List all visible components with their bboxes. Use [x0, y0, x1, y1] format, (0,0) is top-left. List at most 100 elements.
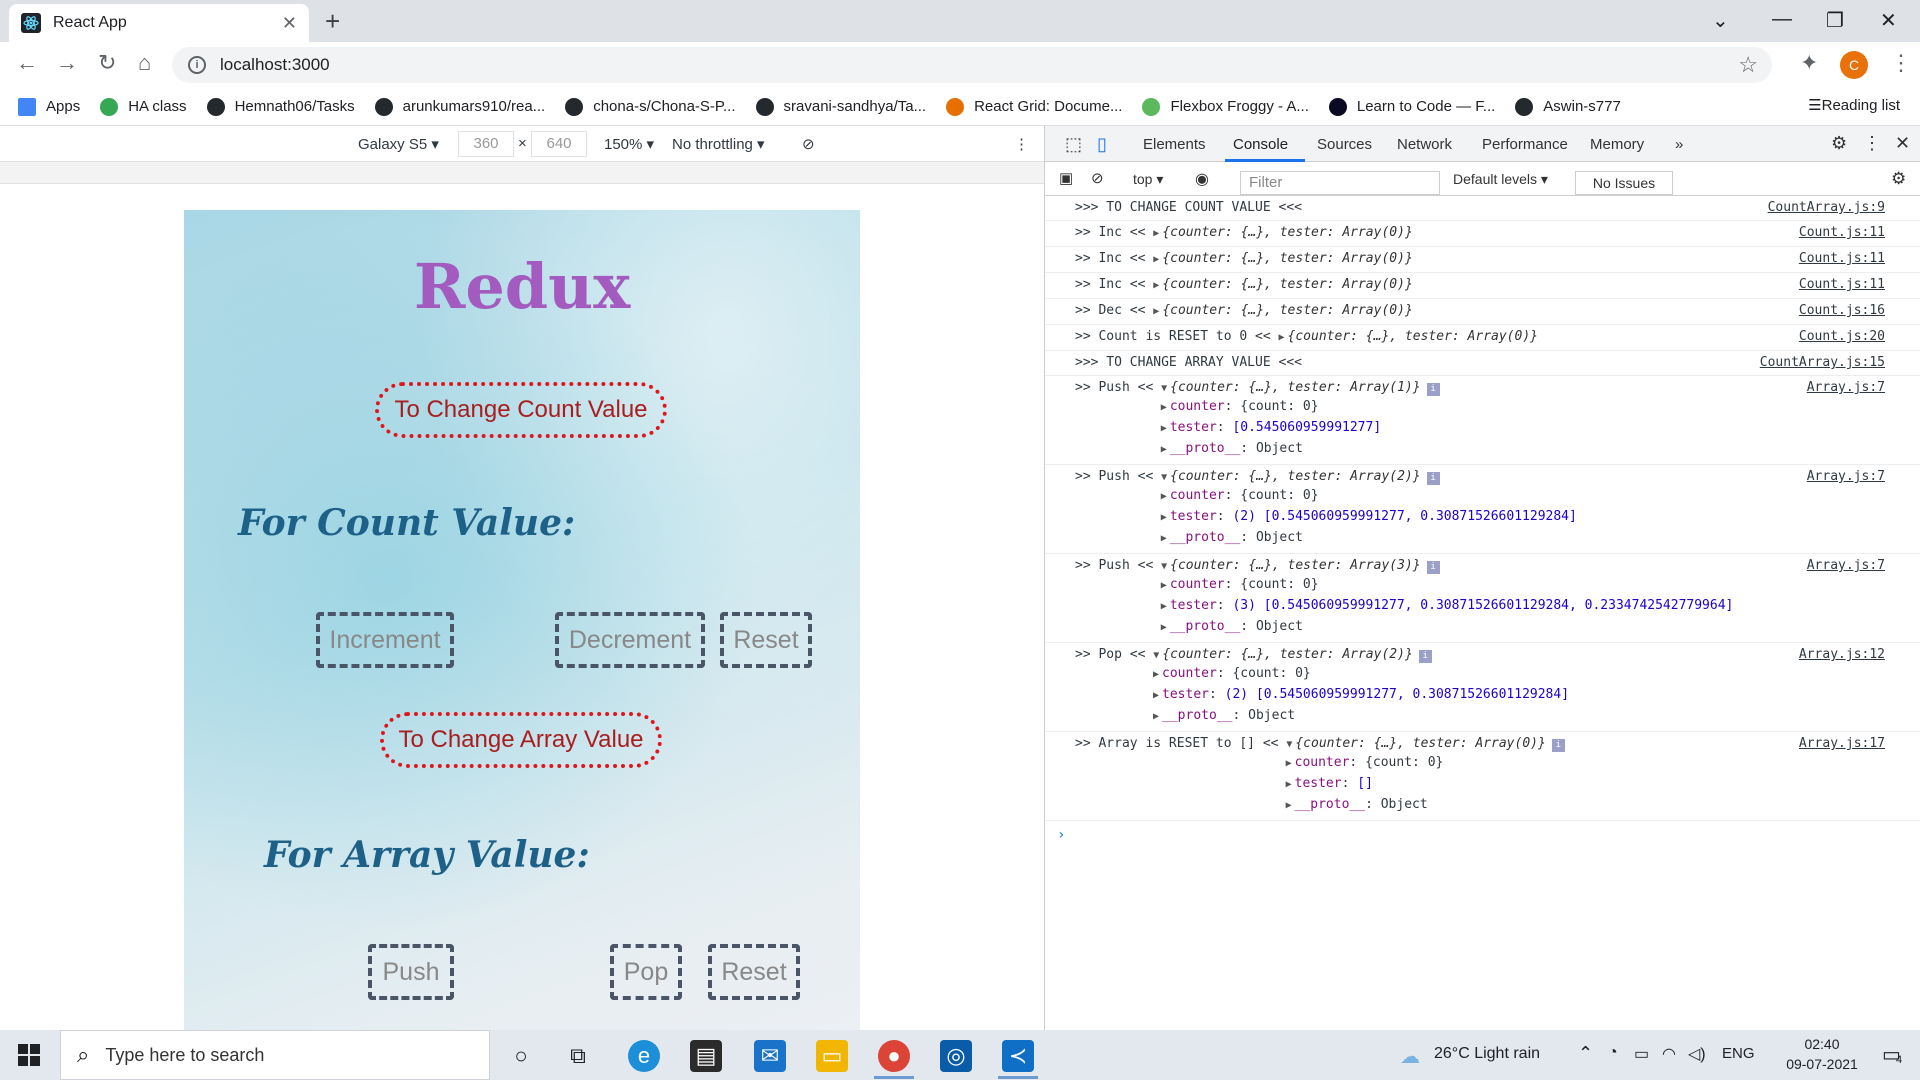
collapse-triangle-icon[interactable]: ▼: [1153, 650, 1159, 661]
bookmark-item[interactable]: Aswin-s777: [1515, 97, 1621, 116]
expand-triangle-icon[interactable]: ▶: [1153, 306, 1159, 317]
message-object[interactable]: {counter: {…}, tester: Array(0)}: [1295, 736, 1545, 751]
close-devtools-icon[interactable]: ✕: [1895, 133, 1910, 154]
issues-button[interactable]: No Issues: [1575, 171, 1673, 195]
source-link[interactable]: Count.js:16: [1799, 303, 1885, 319]
tab-elements[interactable]: Elements: [1143, 136, 1206, 153]
bookmark-star-icon[interactable]: ☆: [1738, 52, 1758, 78]
new-tab-icon[interactable]: +: [325, 6, 340, 37]
extensions-icon[interactable]: ✦: [1800, 50, 1818, 76]
site-info-icon[interactable]: i: [188, 56, 206, 74]
viewport-width-input[interactable]: 360: [458, 131, 514, 157]
expand-triangle-icon[interactable]: ▶: [1286, 800, 1292, 811]
source-link[interactable]: Count.js:20: [1799, 329, 1885, 345]
language-indicator[interactable]: ENG: [1722, 1045, 1755, 1062]
reload-icon[interactable]: ↻: [98, 50, 116, 76]
clear-console-icon[interactable]: ⊘: [1091, 169, 1104, 187]
bookmark-item[interactable]: HA class: [100, 97, 187, 116]
dell-icon[interactable]: ◎: [940, 1040, 972, 1072]
reset-array-button[interactable]: Reset: [708, 944, 800, 1000]
collapse-triangle-icon[interactable]: ▼: [1161, 472, 1167, 483]
source-link[interactable]: CountArray.js:9: [1768, 200, 1885, 216]
device-select[interactable]: Galaxy S5 ▾: [358, 135, 439, 153]
expand-triangle-icon[interactable]: ▶: [1153, 228, 1159, 239]
url-text[interactable]: localhost:3000: [220, 55, 330, 75]
file-explorer-icon[interactable]: ▭: [816, 1040, 848, 1072]
sidebar-toggle-icon[interactable]: ▣: [1059, 169, 1073, 187]
tab-sources[interactable]: Sources: [1317, 136, 1372, 153]
reading-list-button[interactable]: ☰ Reading list: [1808, 96, 1900, 115]
source-link[interactable]: Array.js:12: [1799, 647, 1885, 663]
message-object[interactable]: {counter: {…}, tester: Array(0)}: [1162, 251, 1412, 266]
browser-tab[interactable]: React App ✕: [9, 4, 309, 42]
expand-triangle-icon[interactable]: ▶: [1153, 711, 1159, 722]
tab-network[interactable]: Network: [1397, 136, 1452, 153]
bookmark-item[interactable]: Hemnath06/Tasks: [206, 97, 355, 116]
throttling-select[interactable]: No throttling ▾: [672, 135, 765, 153]
console-prompt[interactable]: ›: [1045, 821, 1920, 849]
source-link[interactable]: CountArray.js:15: [1760, 355, 1885, 371]
pop-button[interactable]: Pop: [610, 944, 682, 1000]
bookmark-item[interactable]: Flexbox Froggy - A...: [1142, 97, 1309, 116]
expand-triangle-icon[interactable]: ▶: [1286, 779, 1292, 790]
wifi-icon[interactable]: ◠: [1662, 1044, 1676, 1064]
mail-icon[interactable]: ✉: [754, 1040, 786, 1072]
message-object[interactable]: {counter: {…}, tester: Array(1)}: [1170, 380, 1420, 395]
store-icon[interactable]: ▤: [690, 1040, 722, 1072]
device-mode-icon[interactable]: ▯: [1097, 134, 1107, 155]
expand-triangle-icon[interactable]: ▶: [1161, 491, 1167, 502]
decrement-button[interactable]: Decrement: [555, 612, 705, 668]
collapse-triangle-icon[interactable]: ▼: [1161, 561, 1167, 572]
expand-triangle-icon[interactable]: ▶: [1279, 332, 1285, 343]
message-object[interactable]: {counter: {…}, tester: Array(0)}: [1288, 329, 1538, 344]
levels-select[interactable]: Default levels ▾: [1453, 171, 1548, 188]
push-button[interactable]: Push: [368, 944, 454, 1000]
message-object[interactable]: {counter: {…}, tester: Array(0)}: [1162, 303, 1412, 318]
profile-avatar[interactable]: C: [1840, 51, 1868, 79]
bookmark-item[interactable]: arunkumars910/rea...: [374, 97, 545, 116]
increment-button[interactable]: Increment: [316, 612, 454, 668]
message-object[interactable]: {counter: {…}, tester: Array(2)}: [1170, 469, 1420, 484]
back-icon[interactable]: ←: [16, 50, 38, 76]
reset-count-button[interactable]: Reset: [720, 612, 812, 668]
vscode-icon[interactable]: ≺: [1002, 1040, 1034, 1072]
bookmark-item[interactable]: Apps: [18, 97, 80, 116]
collapse-triangle-icon[interactable]: ▼: [1286, 739, 1292, 750]
tab-performance[interactable]: Performance: [1482, 136, 1568, 153]
close-tab-icon[interactable]: ✕: [282, 13, 297, 34]
filter-input[interactable]: Filter: [1240, 171, 1440, 195]
windows-start-icon[interactable]: [18, 1044, 40, 1066]
source-link[interactable]: Count.js:11: [1799, 277, 1885, 293]
more-tabs-icon[interactable]: »: [1675, 136, 1683, 153]
tab-console[interactable]: Console: [1233, 136, 1288, 153]
minimize-icon[interactable]: —: [1772, 8, 1792, 31]
rotate-icon[interactable]: ⊘: [802, 135, 815, 153]
expand-triangle-icon[interactable]: ▶: [1161, 622, 1167, 633]
expand-triangle-icon[interactable]: ▶: [1161, 423, 1167, 434]
message-object[interactable]: {counter: {…}, tester: Array(2)}: [1162, 647, 1412, 662]
forward-icon[interactable]: →: [56, 50, 78, 76]
viewport-height-input[interactable]: 640: [531, 131, 587, 157]
maximize-icon[interactable]: ❐: [1826, 8, 1844, 33]
bookmark-item[interactable]: React Grid: Docume...: [946, 97, 1122, 116]
device-menu-icon[interactable]: ⋮: [1014, 135, 1029, 153]
expand-triangle-icon[interactable]: ▶: [1161, 402, 1167, 413]
expand-triangle-icon[interactable]: ▶: [1161, 533, 1167, 544]
message-object[interactable]: {counter: {…}, tester: Array(0)}: [1162, 225, 1412, 240]
console-settings-icon[interactable]: ⚙: [1891, 169, 1906, 189]
network-icon[interactable]: ◔: [1608, 1044, 1618, 1062]
address-bar[interactable]: i localhost:3000 ☆: [172, 47, 1772, 83]
tab-search-icon[interactable]: ⌄: [1712, 8, 1729, 33]
source-link[interactable]: Count.js:11: [1799, 225, 1885, 241]
clock-time[interactable]: 02:40: [1782, 1036, 1862, 1052]
weather-text[interactable]: 26°C Light rain: [1434, 1045, 1540, 1063]
taskbar-search-box[interactable]: ⌕ Type here to search: [60, 1030, 490, 1080]
chrome-icon[interactable]: ●: [878, 1040, 910, 1072]
tray-chevron-icon[interactable]: ⌃: [1578, 1043, 1593, 1064]
task-view-icon[interactable]: ⧉: [562, 1040, 594, 1072]
battery-icon[interactable]: ▭: [1634, 1044, 1649, 1064]
settings-gear-icon[interactable]: ⚙: [1831, 133, 1847, 154]
source-link[interactable]: Array.js:7: [1807, 469, 1885, 485]
home-icon[interactable]: ⌂: [138, 50, 151, 76]
close-window-icon[interactable]: ✕: [1880, 8, 1897, 33]
